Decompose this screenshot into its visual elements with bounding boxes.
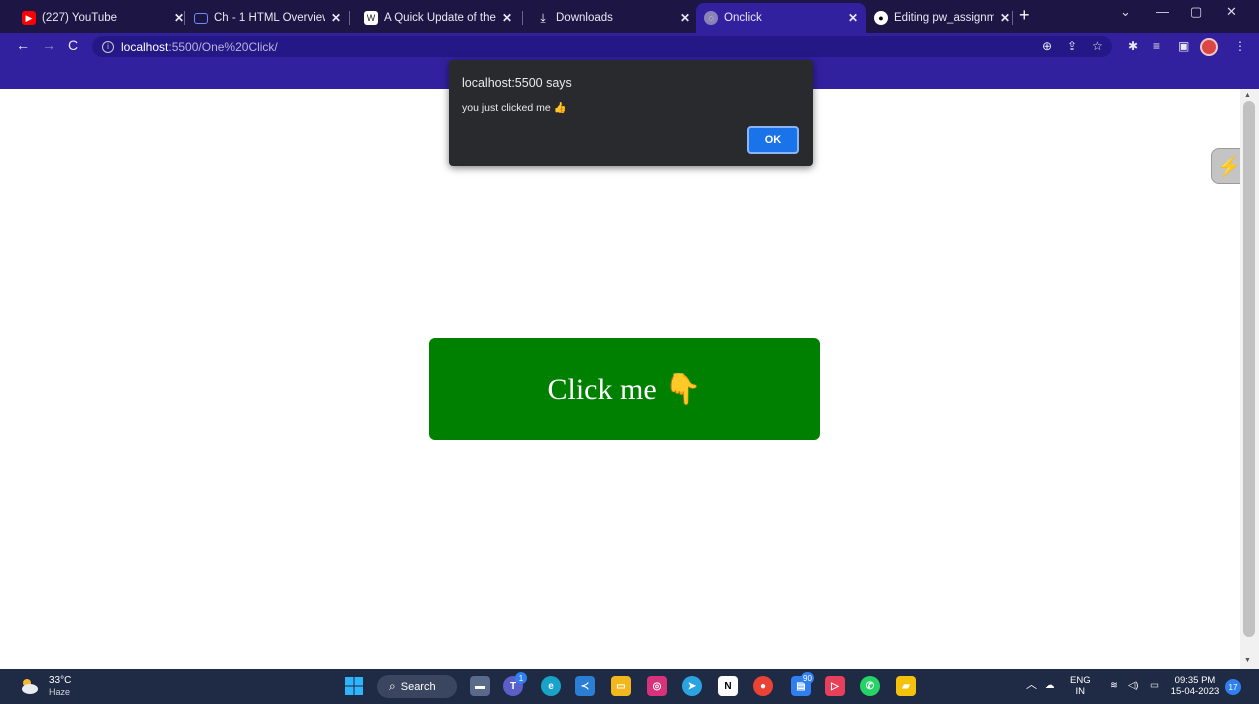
wifi-icon[interactable]: ≋ (1110, 680, 1118, 691)
file-explorer-icon[interactable]: ▭ (611, 676, 631, 696)
clock[interactable]: 09:35 PM 15-04-2023 (1168, 675, 1222, 697)
tab-title: Editing pw_assignment_27 (894, 12, 994, 24)
instagram-icon[interactable]: ◎ (647, 676, 667, 696)
close-icon[interactable]: ✕ (502, 11, 512, 25)
tab-onclick[interactable]: ◌ Onclick ✕ (696, 3, 866, 33)
browser-toolbar: ← → C i localhost:5500/One%20Click/ ⊕ ⇪ … (0, 33, 1259, 60)
region-code: IN (1075, 686, 1086, 697)
back-arrow-icon[interactable]: ← (16, 37, 30, 53)
battery-icon[interactable]: ▭ (1150, 680, 1159, 691)
search-icon: ⌕ (389, 679, 396, 693)
notion-icon[interactable]: N (718, 676, 738, 696)
onedrive-icon[interactable]: ☁ (1045, 680, 1055, 691)
tab-search-chevron-icon[interactable]: ⌄ (1120, 4, 1131, 20)
weather-temperature[interactable]: 33°C (49, 675, 71, 686)
tray-chevron-icon[interactable]: ︿ (1026, 680, 1037, 691)
task-view-icon[interactable]: ▬ (470, 676, 490, 696)
tab-title: Onclick (724, 12, 762, 24)
address-path: :5500/One%20Click/ (168, 39, 278, 54)
profile-avatar[interactable] (1200, 38, 1218, 56)
laptop-icon (194, 12, 208, 24)
zoom-icon[interactable]: ⊕ (1042, 39, 1052, 53)
tab-separator (349, 11, 350, 25)
weather-cloud-icon[interactable] (19, 677, 39, 695)
alert-ok-button[interactable]: OK (747, 126, 799, 154)
forward-arrow-icon[interactable]: → (42, 37, 56, 53)
click-me-button[interactable]: Click me 👇 (429, 338, 820, 440)
chrome-icon[interactable]: ● (753, 676, 773, 696)
extensions-icon[interactable]: ✱ (1128, 39, 1138, 53)
youtube-icon: ▶ (22, 11, 36, 25)
sticky-notes-icon[interactable]: ▰ (896, 676, 916, 696)
download-icon: ⤓ (540, 10, 546, 25)
weather-description[interactable]: Haze (49, 687, 70, 697)
scroll-up-icon[interactable]: ▲ (1244, 92, 1251, 99)
app-badge: 90 (801, 672, 814, 684)
tab-downloads[interactable]: ⤓ Downloads ✕ (528, 3, 698, 33)
whatsapp-icon[interactable]: ✆ (860, 676, 880, 696)
windows-taskbar: 33°C Haze ⌕ Search ▬ T 1 e ≺ ▭ ◎ ➤ N ● ▤… (0, 669, 1259, 704)
tab-title: Ch - 1 HTML Overview - Fr (214, 12, 325, 24)
teams-badge: 1 (515, 672, 527, 684)
menu-kebab-icon[interactable]: ⋮ (1234, 39, 1246, 53)
reading-list-icon[interactable]: ≡ (1153, 39, 1160, 53)
tab-youtube[interactable]: ▶ (227) YouTube ✕ (14, 3, 192, 33)
tab-strip: ▶ (227) YouTube ✕ Ch - 1 HTML Overview -… (0, 0, 1259, 33)
taskbar-search[interactable]: ⌕ Search (377, 675, 457, 698)
alert-message: you just clicked me 👍 (462, 102, 567, 114)
restore-icon[interactable]: ▢ (1190, 4, 1202, 20)
github-icon: ● (874, 11, 888, 25)
search-label: Search (400, 680, 436, 693)
tab-title: A Quick Update of the Futu (384, 12, 496, 24)
minimize-icon[interactable]: — (1156, 4, 1169, 19)
tab-html-overview[interactable]: Ch - 1 HTML Overview - Fr ✕ (186, 3, 349, 33)
scroll-down-icon[interactable]: ▼ (1244, 657, 1251, 664)
close-icon[interactable]: ✕ (331, 11, 341, 25)
tab-title: Downloads (556, 12, 613, 24)
readdle-icon[interactable]: ▷ (825, 676, 845, 696)
language-code: ENG (1070, 675, 1091, 686)
tab-title: (227) YouTube (42, 12, 118, 24)
tab-quick-update[interactable]: W A Quick Update of the Futu ✕ (356, 3, 520, 33)
telegram-icon[interactable]: ➤ (682, 676, 702, 696)
new-tab-button[interactable]: + (1019, 5, 1030, 26)
language-indicator[interactable]: ENG IN (1070, 675, 1091, 697)
close-icon[interactable]: ✕ (848, 11, 858, 25)
globe-icon: ◌ (704, 11, 718, 25)
close-icon[interactable]: ✕ (680, 11, 690, 25)
edge-icon[interactable]: e (541, 676, 561, 696)
share-icon[interactable]: ⇪ (1067, 39, 1077, 53)
address-host: localhost (121, 39, 169, 54)
alert-dialog: localhost:5500 says you just clicked me … (449, 60, 813, 166)
volume-icon[interactable]: ◁) (1128, 680, 1138, 691)
notification-badge[interactable]: 17 (1225, 679, 1241, 695)
clock-time: 09:35 PM (1174, 675, 1216, 686)
close-icon[interactable]: ✕ (1000, 11, 1010, 25)
info-icon[interactable]: i (102, 40, 114, 53)
scrollbar-thumb[interactable] (1243, 101, 1255, 637)
bookmark-star-icon[interactable]: ☆ (1092, 39, 1103, 53)
tab-separator (1012, 11, 1013, 25)
window-close-icon[interactable]: ✕ (1226, 4, 1237, 20)
tab-editing-github[interactable]: ● Editing pw_assignment_27 ✕ (866, 3, 1018, 33)
vscode-icon[interactable]: ≺ (575, 676, 595, 696)
clock-date: 15-04-2023 (1170, 686, 1220, 697)
address-bar[interactable]: i localhost:5500/One%20Click/ (92, 36, 1112, 57)
close-icon[interactable]: ✕ (174, 11, 184, 25)
alert-title: localhost:5500 says (462, 76, 572, 90)
tab-separator (522, 11, 523, 25)
reload-icon[interactable]: C (68, 37, 78, 53)
windows-start-icon[interactable] (344, 676, 364, 696)
side-panel-icon[interactable]: ▣ (1178, 39, 1189, 53)
tab-separator (184, 11, 185, 25)
site-icon: W (364, 11, 378, 25)
